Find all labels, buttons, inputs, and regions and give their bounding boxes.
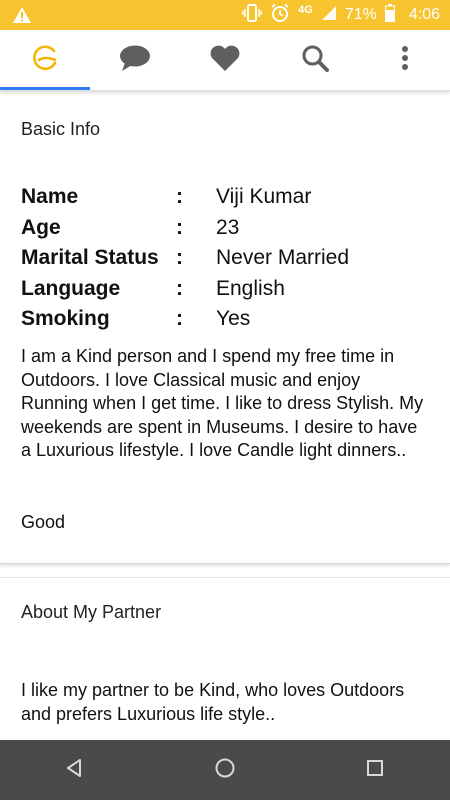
- basic-info-card: Basic Info Name : Viji Kumar Age : 23 Ma…: [0, 96, 450, 564]
- partner-title: About My Partner: [21, 602, 162, 622]
- partner-card: About My Partner I like my partner to be…: [0, 577, 450, 741]
- info-separator: :: [176, 246, 183, 270]
- info-row-language: Language : English: [21, 274, 441, 305]
- tab-more[interactable]: [360, 30, 450, 90]
- info-value: English: [216, 276, 285, 300]
- network-type: 4G: [298, 4, 313, 16]
- info-separator: :: [176, 215, 183, 239]
- status-indicators: 4G 71% 4:06: [242, 0, 440, 30]
- back-button[interactable]: [45, 740, 105, 800]
- app-logo-icon: [30, 43, 60, 78]
- signal-icon: [321, 5, 337, 26]
- alarm-icon: [270, 3, 290, 28]
- vibrate-icon: [242, 3, 262, 27]
- tab-messages[interactable]: [90, 30, 180, 90]
- tab-bar: [0, 30, 450, 91]
- info-value: Never Married: [216, 246, 350, 270]
- search-icon: [301, 44, 329, 77]
- info-value: 23: [216, 215, 240, 239]
- info-separator: :: [176, 185, 183, 209]
- info-separator: :: [176, 307, 183, 331]
- info-label: Name: [21, 185, 79, 209]
- basic-info-table: Name : Viji Kumar Age : 23 Marital Statu…: [21, 182, 441, 335]
- heart-icon: [209, 44, 241, 77]
- tab-favorites[interactable]: [180, 30, 270, 90]
- overflow-menu-icon: [401, 45, 409, 76]
- info-value: Viji Kumar: [216, 185, 312, 209]
- home-button[interactable]: [195, 740, 255, 800]
- info-value: Yes: [216, 307, 251, 331]
- recents-square-icon: [365, 758, 385, 783]
- home-circle-icon: [214, 757, 236, 784]
- info-label: Language: [21, 276, 121, 300]
- info-row-name: Name : Viji Kumar: [21, 182, 441, 213]
- basic-info-title: Basic Info: [21, 119, 101, 139]
- back-triangle-icon: [65, 758, 85, 783]
- info-row-marital-status: Marital Status : Never Married: [21, 243, 441, 274]
- clock: 4:06: [408, 6, 440, 23]
- info-label: Smoking: [21, 307, 110, 331]
- system-nav-bar: [0, 740, 450, 800]
- about-me-text: I am a Kind person and I spend my free t…: [21, 346, 424, 460]
- tab-search[interactable]: [270, 30, 360, 90]
- info-label: Age: [21, 215, 61, 239]
- info-row-smoking: Smoking : Yes: [21, 304, 441, 335]
- tab-home[interactable]: [0, 30, 90, 90]
- battery-percent: 71%: [344, 6, 377, 23]
- partner-text: I like my partner to be Kind, who loves …: [21, 680, 405, 724]
- info-label: Marital Status: [21, 246, 159, 270]
- status-bar: 4G 71% 4:06: [0, 0, 450, 30]
- info-separator: :: [176, 276, 183, 300]
- recents-button[interactable]: [345, 740, 405, 800]
- about-me-extra: Good: [21, 512, 66, 532]
- info-row-age: Age : 23: [21, 213, 441, 244]
- chat-bubble-icon: [119, 44, 151, 77]
- warning-icon: [12, 6, 32, 29]
- battery-icon: [384, 3, 395, 27]
